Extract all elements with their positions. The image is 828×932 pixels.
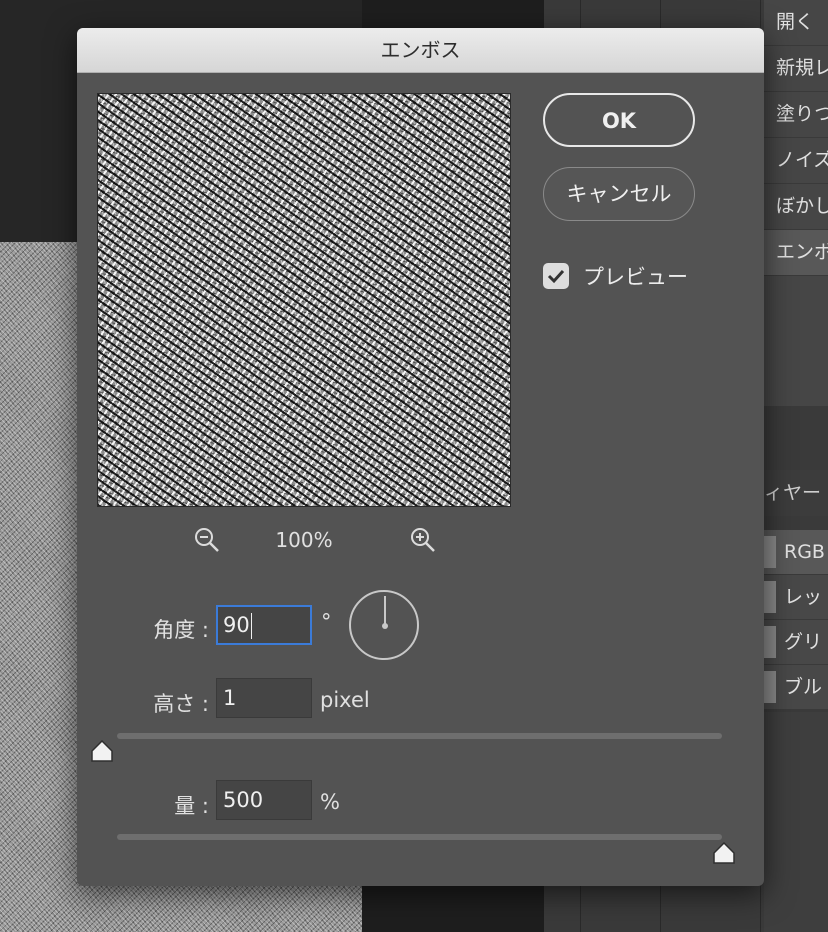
amount-input[interactable]: 500: [216, 780, 312, 820]
layers-panel-tab[interactable]: ィヤー: [764, 470, 828, 516]
preview-label: プレビュー: [583, 265, 688, 289]
zoom-level: 100%: [275, 528, 333, 552]
zoom-in-icon[interactable]: [409, 526, 437, 554]
history-item-open[interactable]: 開く: [764, 0, 828, 46]
angle-input[interactable]: 90: [216, 605, 312, 645]
history-panel: 開く 新規レ 塗りつ ノイズ ぼかし エンボ: [764, 0, 828, 406]
history-panel-empty-area: [764, 276, 828, 406]
history-item-blur[interactable]: ぼかし: [764, 184, 828, 230]
height-slider-track[interactable]: [117, 733, 722, 739]
history-item-emboss[interactable]: エンボ: [764, 230, 828, 276]
channels-panel-empty-area: [764, 712, 828, 932]
height-unit: pixel: [320, 688, 370, 712]
emboss-dialog: エンボス 100% OK キャンセル プレビュー 角度: 90 ° 高さ: …: [77, 28, 764, 886]
preview-checkbox[interactable]: [543, 263, 569, 289]
height-label: 高さ :: [153, 692, 209, 716]
ok-button[interactable]: OK: [543, 93, 695, 147]
amount-unit: %: [320, 790, 340, 814]
angle-unit: °: [321, 610, 332, 634]
dialog-title[interactable]: エンボス: [77, 28, 764, 73]
history-item-noise[interactable]: ノイズ: [764, 138, 828, 184]
preview-checkbox-row[interactable]: プレビュー: [543, 262, 688, 290]
angle-dial[interactable]: [349, 590, 419, 660]
amount-label: 量 :: [174, 794, 209, 818]
history-item-fill[interactable]: 塗りつ: [764, 92, 828, 138]
checkmark-icon: [547, 269, 565, 284]
cancel-button[interactable]: キャンセル: [543, 167, 695, 221]
filter-preview-image[interactable]: [97, 93, 511, 507]
channel-red[interactable]: レッ: [764, 575, 828, 619]
channel-green[interactable]: グリ: [764, 620, 828, 664]
height-input[interactable]: 1: [216, 678, 312, 718]
channels-list: RGB レッ グリ ブル: [764, 530, 828, 710]
preview-zoom-controls: 100%: [97, 522, 511, 558]
amount-slider-track[interactable]: [117, 834, 722, 840]
channel-rgb[interactable]: RGB: [764, 530, 828, 574]
angle-label: 角度 :: [153, 618, 209, 642]
height-slider-thumb[interactable]: [90, 740, 114, 762]
channel-blue[interactable]: ブル: [764, 665, 828, 709]
amount-slider-thumb[interactable]: [712, 842, 736, 864]
history-item-new-layer[interactable]: 新規レ: [764, 46, 828, 92]
